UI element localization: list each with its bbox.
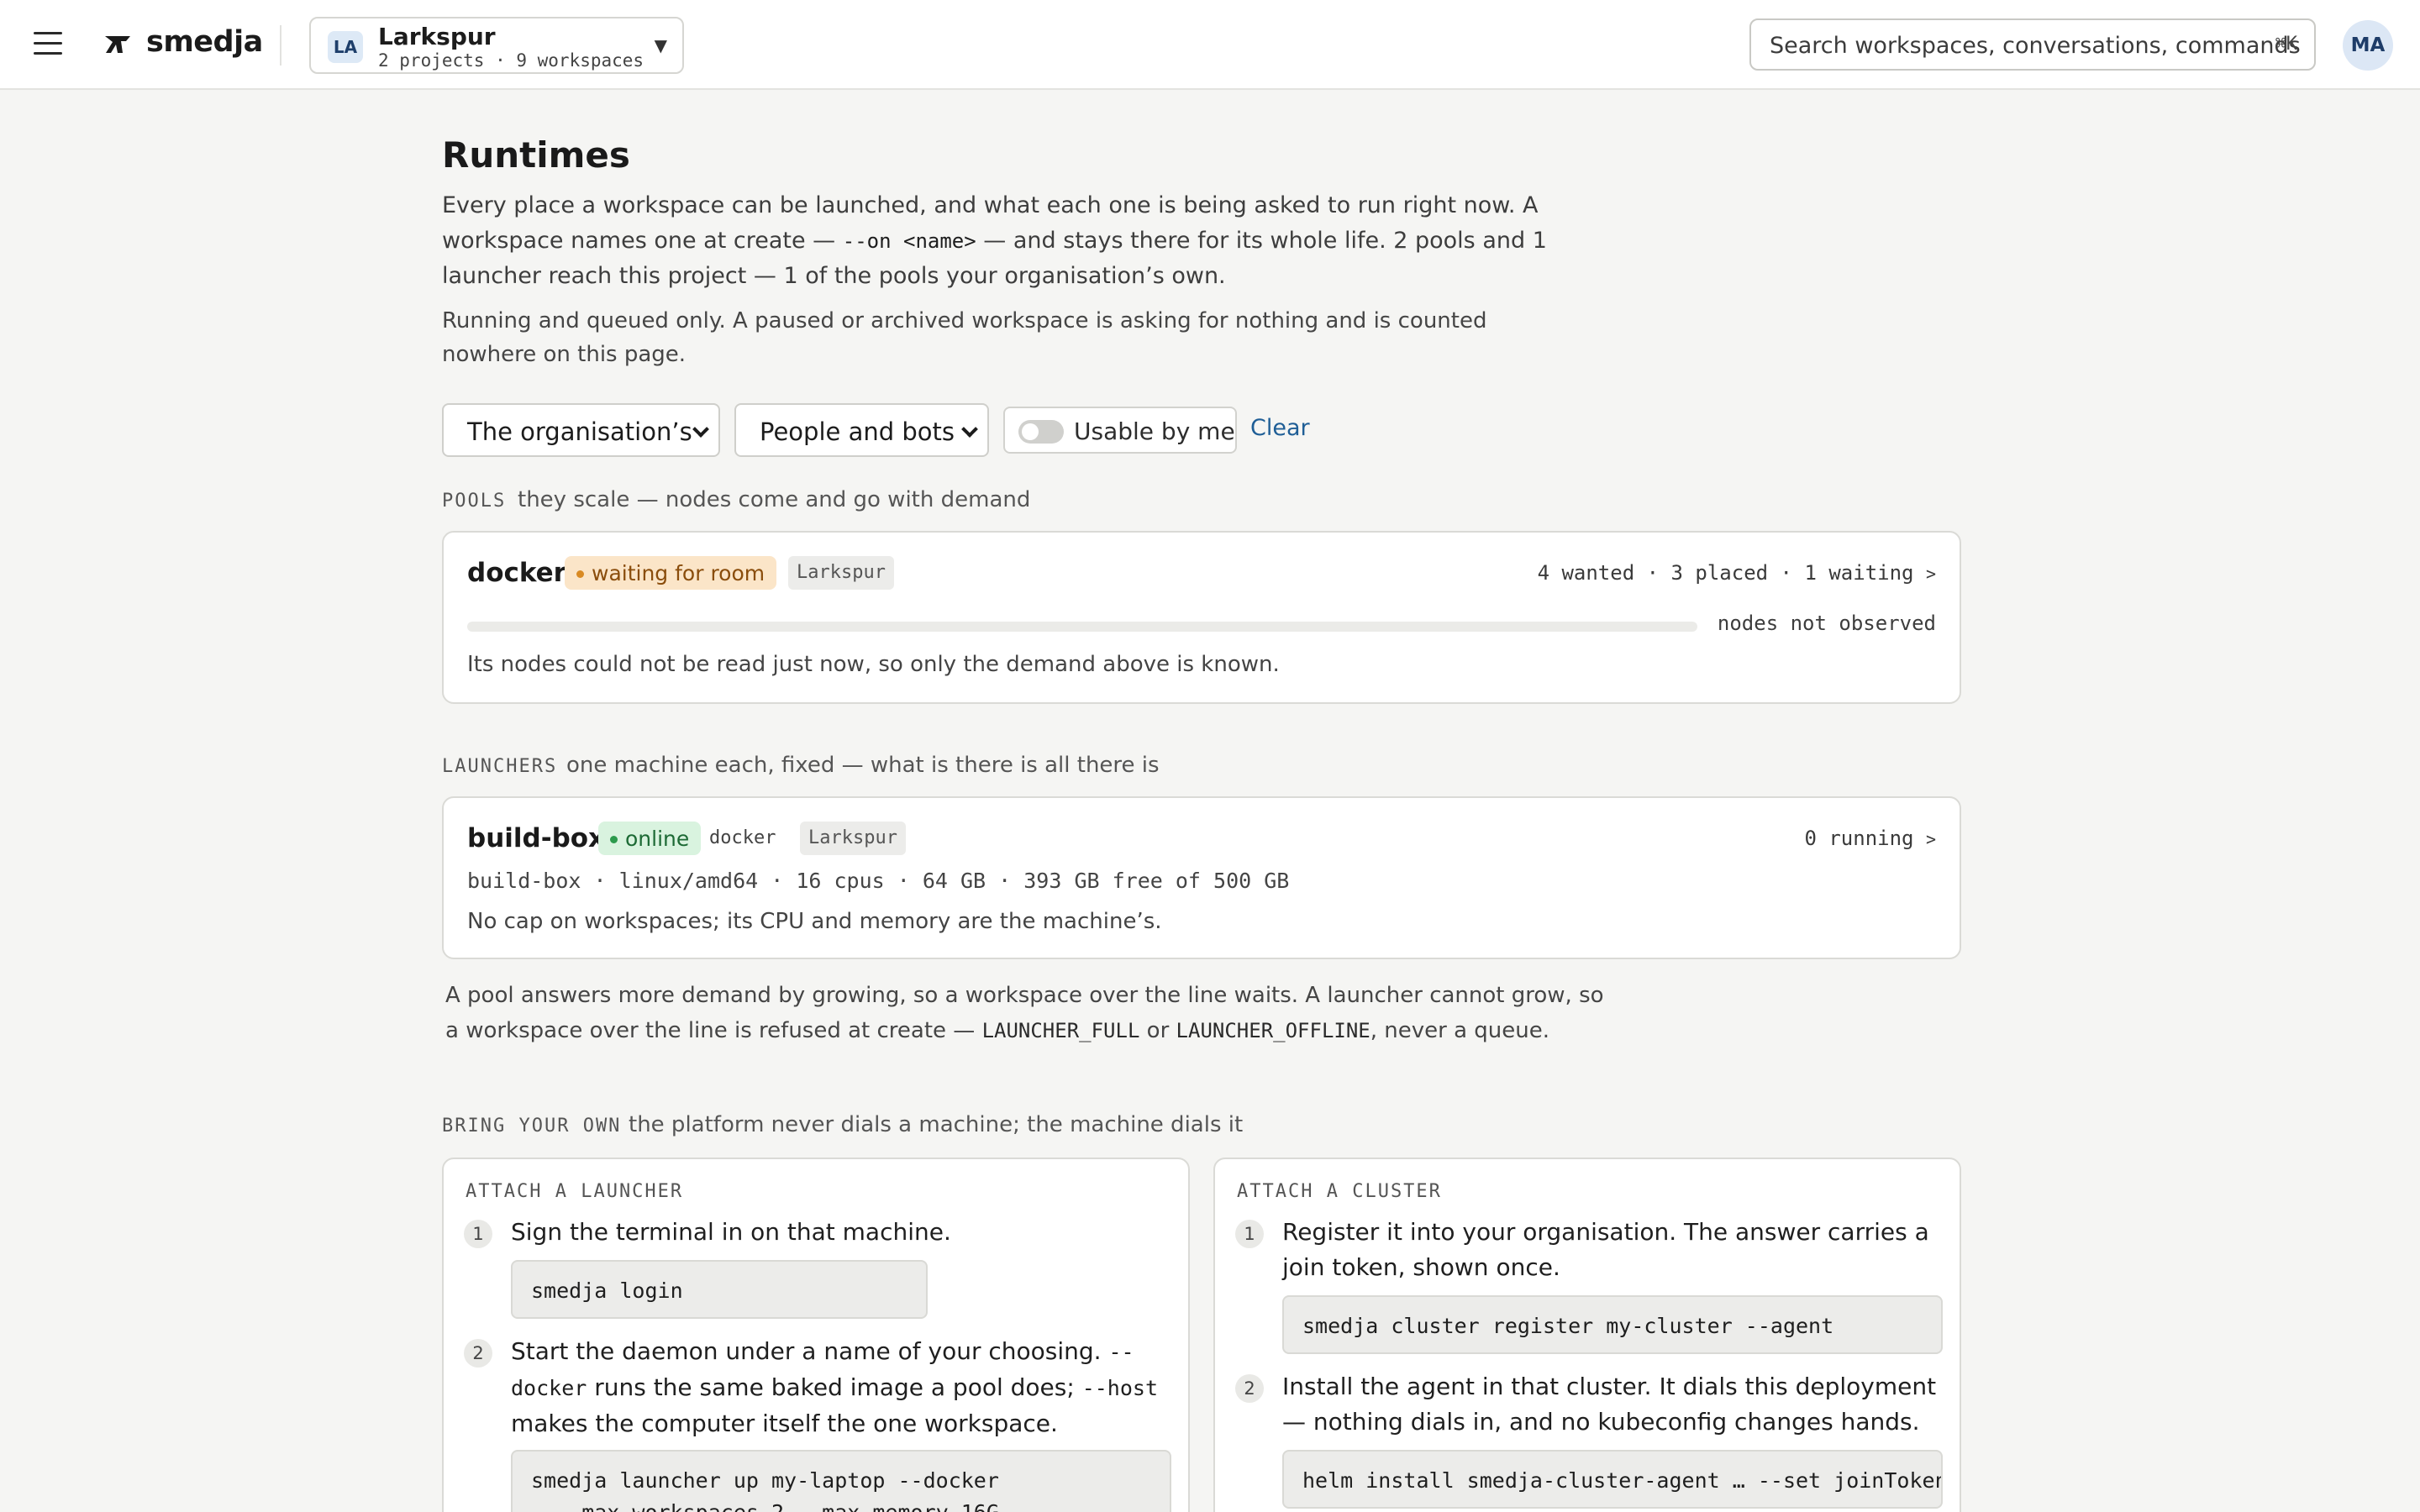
pools-desc: they scale — nodes come and go with dema… (518, 487, 1031, 512)
page-intro: Every place a workspace can be launched,… (442, 188, 1551, 294)
step-text-b: runs the same baked image a pool does; (587, 1373, 1082, 1401)
caret-down-icon: ▼ (654, 35, 667, 55)
step-text: Start the daemon under a name of your ch… (511, 1334, 1166, 1441)
step-number: 1 (1235, 1220, 1264, 1248)
who-filter-value: People and bots (760, 417, 955, 446)
code-block[interactable]: helm install smedja-cluster-agent … --se… (1282, 1450, 1943, 1509)
explain-text-b: or (1139, 1018, 1176, 1043)
launcher-spec: build-box · linux/amd64 · 16 cpus · 64 G… (467, 869, 1290, 893)
workspace-name: Larkspur (378, 23, 496, 50)
workspace-meta: 2 projects · 9 workspaces (378, 50, 644, 71)
error-code-full: LAUNCHER_FULL (981, 1019, 1140, 1042)
pools-label: POOLS (442, 491, 507, 512)
explain-text-c: , never a queue. (1370, 1018, 1549, 1043)
step-text: Sign the terminal in on that machine. (511, 1218, 951, 1246)
error-code-offline: LAUNCHER_OFFLINE (1176, 1019, 1370, 1042)
attach-cluster-card: ATTACH A CLUSTER 1 Register it into your… (1213, 1158, 1961, 1512)
search-placeholder: Search workspaces, conversations, comman… (1770, 33, 2301, 59)
status-badge: online (598, 822, 702, 855)
launcher-summary[interactable]: 0 running > (1804, 827, 1936, 850)
brand-name: smedja (146, 25, 263, 59)
menu-icon[interactable] (34, 32, 62, 57)
attach-cluster-heading: ATTACH A CLUSTER (1237, 1181, 1442, 1202)
chevron-down-icon (961, 421, 978, 438)
step-text-a: Start the daemon under a name of your ch… (511, 1337, 1109, 1365)
nodes-note: nodes not observed (1717, 612, 1936, 635)
launchers-label: LAUNCHERS (442, 756, 558, 777)
page-title: Runtimes (442, 134, 630, 176)
who-filter-select[interactable]: People and bots (734, 403, 989, 457)
launchers-desc: one machine each, fixed — what is there … (566, 753, 1160, 778)
launcher-kind: docker (709, 827, 776, 848)
pool-vs-launcher-explanation: A pool answers more demand by growing, s… (445, 978, 1622, 1048)
code-block[interactable]: smedja launcher up my-laptop --docker --… (511, 1450, 1171, 1512)
launcher-note: No cap on workspaces; its CPU and memory… (467, 909, 1162, 934)
attach-launcher-heading: ATTACH A LAUNCHER (466, 1181, 684, 1202)
pool-name: docker (467, 558, 566, 588)
owner-filter-select[interactable]: The organisation’s (442, 403, 720, 457)
step-text: Install the agent in that cluster. It di… (1282, 1373, 1937, 1436)
code-block[interactable]: smedja login (511, 1260, 928, 1319)
top-bar: smedja LA Larkspur 2 projects · 9 worksp… (0, 0, 2420, 90)
flag-host: --host (1081, 1376, 1159, 1400)
clear-filters-link[interactable]: Clear (1250, 415, 1310, 441)
byo-label: BRING YOUR OWN (442, 1116, 622, 1137)
chevron-down-icon (692, 421, 709, 438)
header-divider (280, 25, 281, 66)
intro-code: --on <name> (842, 229, 976, 253)
toggle-knob (1022, 423, 1039, 440)
project-tag: Larkspur (788, 556, 894, 590)
step-text: Register it into your organisation. The … (1282, 1218, 1929, 1281)
workspace-avatar: LA (328, 31, 363, 63)
chevron-right-icon: > (1925, 564, 1936, 584)
search-input[interactable]: Search workspaces, conversations, comman… (1749, 18, 2316, 71)
search-shortcut: ⌘K (2275, 34, 2298, 55)
step-text-c: makes the computer itself the one worksp… (511, 1410, 1058, 1437)
toggle-label: Usable by me (1074, 417, 1235, 445)
workspace-switcher[interactable]: LA Larkspur 2 projects · 9 workspaces ▼ (309, 17, 684, 74)
pool-summary[interactable]: 4 wanted · 3 placed · 1 waiting > (1538, 561, 1936, 585)
owner-filter-value: The organisation’s (467, 417, 692, 446)
pool-note: Its nodes could not be read just now, so… (467, 652, 1280, 677)
launcher-name: build-box (467, 823, 606, 853)
byo-desc: the platform never dials a machine; the … (629, 1112, 1244, 1137)
launcher-summary-text: 0 running (1804, 827, 1914, 850)
pool-summary-text: 4 wanted · 3 placed · 1 waiting (1537, 561, 1914, 585)
attach-launcher-card: ATTACH A LAUNCHER 1 Sign the terminal in… (442, 1158, 1190, 1512)
step-number: 2 (464, 1339, 492, 1368)
page-note: Running and queued only. A paused or arc… (442, 308, 1487, 367)
chevron-right-icon: > (1925, 829, 1936, 849)
code-block[interactable]: smedja cluster register my-cluster --age… (1282, 1295, 1943, 1354)
user-avatar[interactable]: MA (2343, 20, 2393, 71)
launcher-card-build-box[interactable]: build-box online docker Larkspur 0 runni… (442, 796, 1961, 959)
project-tag: Larkspur (800, 822, 906, 855)
usable-by-me-toggle[interactable]: Usable by me (1003, 407, 1237, 454)
status-badge: waiting for room (565, 556, 777, 590)
capacity-bar (467, 622, 1697, 632)
step-number: 2 (1235, 1374, 1264, 1403)
smedja-logo-icon (105, 36, 130, 53)
pool-card-docker[interactable]: docker waiting for room Larkspur 4 wante… (442, 531, 1961, 704)
step-number: 1 (464, 1220, 492, 1248)
